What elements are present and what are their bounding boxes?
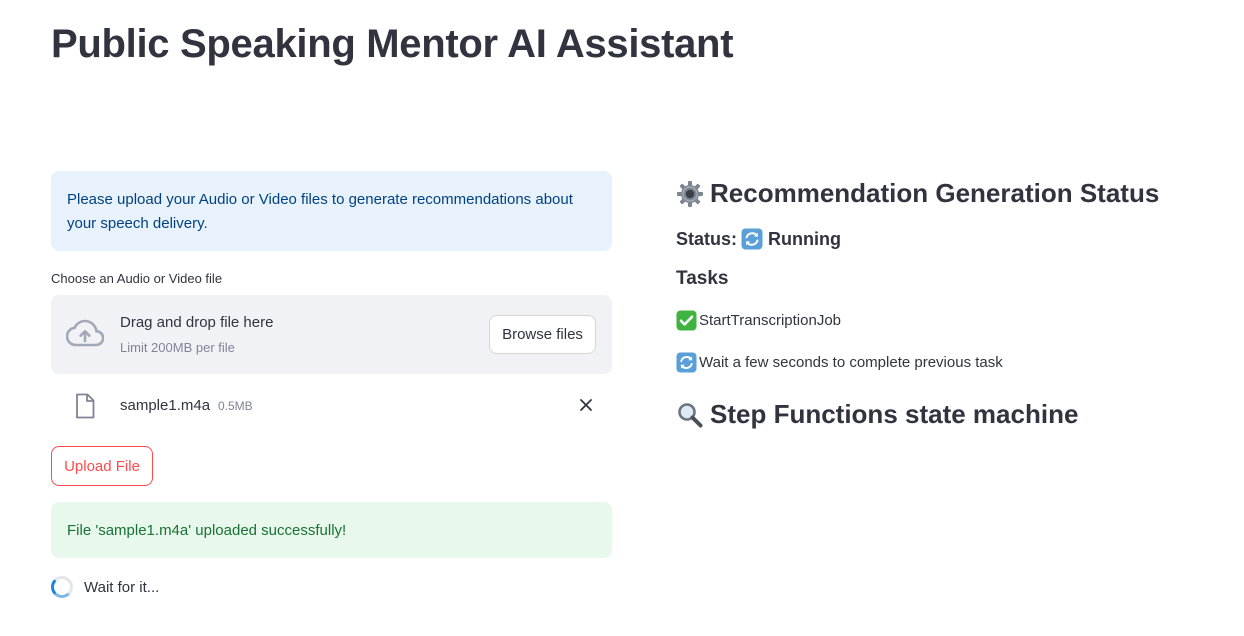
refresh-icon bbox=[741, 228, 763, 250]
upload-file-button[interactable]: Upload File bbox=[51, 446, 153, 486]
page-title: Public Speaking Mentor AI Assistant bbox=[51, 22, 734, 66]
status-line: Status: Running bbox=[676, 228, 841, 250]
tasks-heading: Tasks bbox=[676, 268, 729, 289]
spinner-text: Wait for it... bbox=[84, 578, 160, 596]
gear-icon bbox=[676, 180, 704, 208]
uploaded-file-name: sample1.m4a bbox=[120, 397, 211, 414]
uploaded-file-size: 0.5MB bbox=[218, 399, 253, 413]
task-label: StartTranscriptionJob bbox=[699, 312, 842, 329]
dropzone-size-limit: Limit 200MB per file bbox=[120, 340, 235, 355]
uploaded-file-item: sample1.m4a 0.5MB bbox=[51, 388, 612, 424]
status-label: Status: bbox=[676, 228, 738, 249]
magnifying-glass-icon bbox=[676, 401, 704, 429]
status-heading: Recommendation Generation Status bbox=[676, 178, 1159, 209]
spinner: Wait for it... bbox=[51, 576, 159, 598]
state-machine-heading: Step Functions state machine bbox=[676, 399, 1078, 430]
task-label: Wait a few seconds to complete previous … bbox=[699, 354, 1003, 371]
spinner-icon bbox=[51, 576, 73, 598]
browse-files-button[interactable]: Browse files bbox=[489, 315, 596, 354]
task-item: Wait a few seconds to complete previous … bbox=[676, 352, 1003, 373]
cloud-upload-icon bbox=[66, 319, 104, 347]
check-mark-icon bbox=[676, 310, 697, 331]
close-icon[interactable] bbox=[578, 397, 594, 413]
file-dropzone[interactable]: Drag and drop file here Limit 200MB per … bbox=[51, 295, 612, 374]
success-alert: File 'sample1.m4a' uploaded successfully… bbox=[51, 502, 612, 558]
state-machine-heading-text: Step Functions state machine bbox=[710, 399, 1079, 429]
status-value: Running bbox=[768, 228, 841, 249]
task-item: StartTranscriptionJob bbox=[676, 310, 841, 331]
file-uploader-label: Choose an Audio or Video file bbox=[51, 271, 223, 286]
refresh-icon bbox=[676, 352, 697, 373]
file-icon bbox=[76, 393, 95, 419]
status-heading-text: Recommendation Generation Status bbox=[710, 178, 1160, 208]
dropzone-title: Drag and drop file here bbox=[120, 314, 274, 331]
info-alert: Please upload your Audio or Video files … bbox=[51, 171, 612, 251]
